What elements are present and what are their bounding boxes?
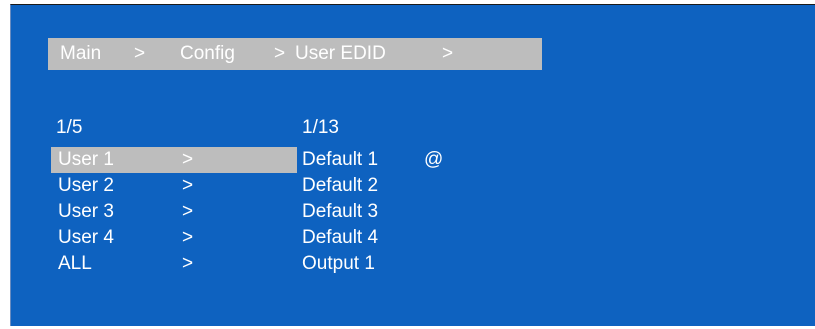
submenu-arrow: >: [182, 149, 194, 170]
list-item-default-4[interactable]: Default 4: [302, 226, 378, 250]
breadcrumb-separator: >: [134, 43, 146, 64]
active-marker: @: [424, 149, 444, 170]
screen: Main > Config > User EDID > 1/5 1/13 Use…: [0, 0, 815, 329]
breadcrumb: Main > Config > User EDID >: [48, 38, 542, 70]
submenu-arrow: >: [182, 253, 194, 274]
list-item-user-3[interactable]: User 3: [58, 200, 114, 224]
breadcrumb-separator: >: [442, 43, 454, 64]
right-page-counter: 1/13: [302, 117, 339, 138]
list-item-default-2[interactable]: Default 2: [302, 174, 378, 198]
list-item-all[interactable]: ALL: [58, 252, 92, 276]
cursor-bar: [0, 143, 3, 173]
breadcrumb-user-edid[interactable]: User EDID: [295, 38, 386, 70]
submenu-arrow: >: [182, 201, 194, 222]
list-item-default-1[interactable]: Default 1: [302, 148, 378, 172]
breadcrumb-separator: >: [274, 43, 286, 64]
list-item-user-2[interactable]: User 2: [58, 174, 114, 198]
list-item-user-1[interactable]: User 1: [58, 148, 114, 172]
breadcrumb-config[interactable]: Config: [180, 38, 235, 70]
list-item-user-4[interactable]: User 4: [58, 226, 114, 250]
submenu-arrow: >: [182, 227, 194, 248]
breadcrumb-main[interactable]: Main: [60, 38, 101, 70]
list-item-output-1[interactable]: Output 1: [302, 252, 375, 276]
left-page-counter: 1/5: [56, 117, 83, 138]
submenu-arrow: >: [182, 175, 194, 196]
list-item-default-3[interactable]: Default 3: [302, 200, 378, 224]
